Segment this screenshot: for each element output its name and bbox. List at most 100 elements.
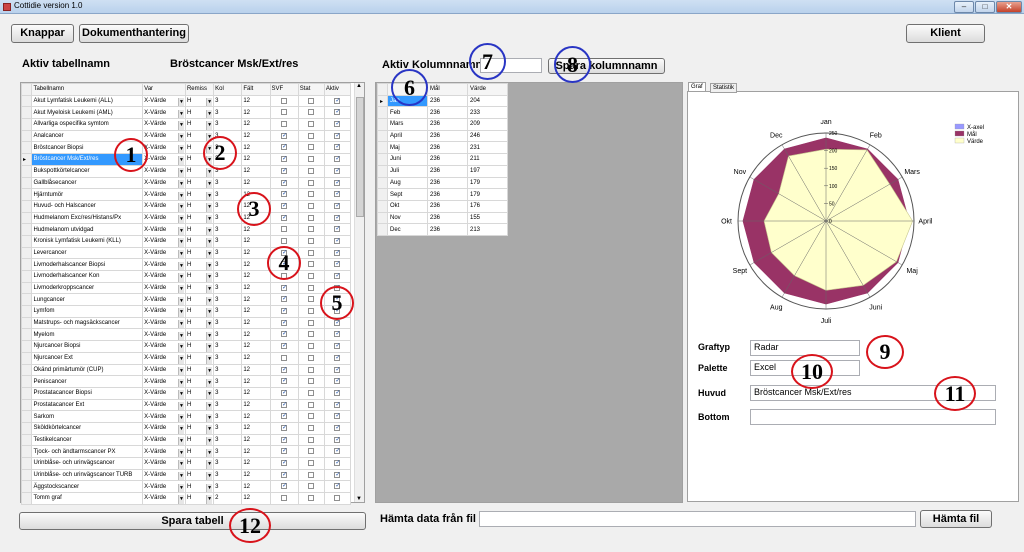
col-header-kol[interactable]: Kol: [213, 83, 243, 96]
cell-kol[interactable]: 3: [213, 234, 243, 248]
aktiv-checkbox[interactable]: ✓: [334, 354, 340, 361]
chevron-down-icon[interactable]: ▼: [177, 191, 184, 200]
svf-checkbox[interactable]: ✓: [281, 471, 287, 478]
row-selector[interactable]: [20, 375, 33, 388]
cell-tabellnamn[interactable]: Levercancer: [31, 246, 144, 260]
cell-kol[interactable]: 3: [213, 457, 243, 470]
cell-remiss[interactable]: H ▼: [184, 468, 215, 482]
stat-checkbox[interactable]: [308, 389, 315, 396]
stat-checkbox[interactable]: [308, 144, 315, 151]
table-row[interactable]: Sarkom X-Värde ▼ H ▼ 3 12 ✓ ✓: [20, 410, 352, 423]
cell-var[interactable]: X-Värde ▼: [142, 281, 186, 295]
cell-remiss[interactable]: H ▼: [184, 164, 215, 178]
cell-var[interactable]: X-Värde ▼: [142, 433, 186, 447]
cell-kol[interactable]: 3: [213, 223, 243, 236]
tab-statistik[interactable]: Statistik: [710, 83, 738, 93]
stat-checkbox[interactable]: [308, 378, 315, 385]
cell-falt[interactable]: 12: [241, 270, 271, 283]
cell-stat[interactable]: [297, 468, 325, 482]
row-selector[interactable]: [20, 94, 33, 108]
table-row[interactable]: Äggstockscancer X-Värde ▼ H ▼ 3 12 ✓ ✓: [20, 480, 352, 494]
cell-remiss[interactable]: H ▼: [184, 176, 215, 190]
close-icon[interactable]: ✕: [996, 1, 1022, 13]
cell-month[interactable]: Dec: [387, 223, 428, 236]
chevron-down-icon[interactable]: ▼: [177, 144, 184, 153]
col-header-stat[interactable]: Stat: [297, 83, 325, 96]
cell-remiss[interactable]: H ▼: [184, 316, 215, 330]
cell-svf[interactable]: ✓: [269, 199, 299, 213]
cell-mal[interactable]: 236: [427, 153, 468, 166]
cell-aktiv[interactable]: ✓: [323, 129, 352, 143]
table-row[interactable]: Hjärntumör X-Värde ▼ H ▼ 3 12 ✓ ✓: [20, 188, 352, 201]
table-row[interactable]: Juni 236 211: [377, 153, 508, 166]
cell-var[interactable]: X-Värde ▼: [142, 398, 186, 412]
cell-stat[interactable]: [297, 281, 325, 295]
stat-checkbox[interactable]: [308, 308, 315, 315]
cell-falt[interactable]: 12: [241, 293, 271, 307]
row-selector[interactable]: [377, 141, 388, 155]
cell-kol[interactable]: 3: [213, 118, 243, 131]
stat-checkbox[interactable]: [308, 483, 315, 490]
table-row[interactable]: Tomm graf X-Värde ▼ H ▼ 2 12: [20, 492, 352, 505]
cell-kol[interactable]: 2: [213, 492, 243, 505]
cell-aktiv[interactable]: ✓: [323, 386, 352, 400]
chevron-down-icon[interactable]: ▼: [206, 121, 213, 130]
aktiv-checkbox[interactable]: ✓: [334, 273, 340, 280]
cell-tabellnamn[interactable]: Huvud- och Halscancer: [31, 199, 144, 213]
cell-kol[interactable]: 3: [213, 340, 243, 353]
cell-mal[interactable]: 236: [427, 129, 468, 143]
row-selector[interactable]: [377, 106, 388, 120]
chevron-down-icon[interactable]: ▼: [177, 121, 184, 130]
svf-checkbox[interactable]: ✓: [281, 424, 287, 431]
cell-remiss[interactable]: H ▼: [184, 281, 215, 295]
cell-stat[interactable]: [297, 410, 325, 423]
aktiv-checkbox[interactable]: ✓: [334, 249, 340, 256]
cell-stat[interactable]: [297, 340, 325, 353]
cell-stat[interactable]: [297, 164, 325, 178]
cell-svf[interactable]: ✓: [269, 164, 299, 178]
svf-checkbox[interactable]: ✓: [281, 319, 287, 326]
svf-checkbox[interactable]: ✓: [281, 378, 287, 385]
table-row[interactable]: Akut Myeloisk Leukemi (AML) X-Värde ▼ H ▼ 3 12…: [20, 106, 352, 120]
row-selector[interactable]: [20, 421, 33, 435]
cell-kol[interactable]: 3: [213, 246, 243, 260]
cell-stat[interactable]: [297, 492, 325, 505]
cell-kol[interactable]: 3: [213, 445, 243, 458]
cell-aktiv[interactable]: ✓: [323, 153, 352, 166]
stat-checkbox[interactable]: [308, 273, 315, 280]
table-list-scrollbar[interactable]: ▲ ▼: [354, 83, 364, 502]
cell-kol[interactable]: 3: [213, 270, 243, 283]
chevron-down-icon[interactable]: ▼: [206, 191, 213, 200]
cell-svf[interactable]: ✓: [269, 328, 299, 342]
cell-month[interactable]: April: [387, 129, 428, 143]
cell-tabellnamn[interactable]: Äggstockscancer: [31, 480, 144, 494]
table-row[interactable]: Gallblåsecancer X-Värde ▼ H ▼ 3 12 ✓ ✓: [20, 176, 352, 190]
cell-falt[interactable]: 12: [241, 410, 271, 423]
row-selector[interactable]: [20, 246, 33, 260]
cell-svf[interactable]: ✓: [269, 433, 299, 447]
svf-checkbox[interactable]: ✓: [281, 448, 287, 455]
row-selector[interactable]: [20, 305, 33, 318]
cell-falt[interactable]: 12: [241, 375, 271, 388]
cell-varde[interactable]: 197: [467, 164, 508, 178]
cell-stat[interactable]: [297, 234, 325, 248]
aktiv-checkbox[interactable]: ✓: [334, 401, 340, 408]
row-selector[interactable]: [20, 141, 33, 155]
cell-remiss[interactable]: H ▼: [184, 421, 215, 435]
cell-falt[interactable]: 12: [241, 445, 271, 458]
table-row[interactable]: Njurcancer Biopsi X-Värde ▼ H ▼ 3 12 ✓ ✓: [20, 340, 352, 353]
chevron-down-icon[interactable]: ▼: [206, 203, 213, 212]
table-row[interactable]: Sköldkörtelcancer X-Värde ▼ H ▼ 3 12 ✓ ✓: [20, 421, 352, 435]
table-row[interactable]: Hudmelanom Exc/res/Histans/Px X-Värde ▼ H ▼ 3…: [20, 211, 352, 225]
cell-falt[interactable]: 12: [241, 340, 271, 353]
cell-falt[interactable]: 12: [241, 141, 271, 155]
svf-checkbox[interactable]: [281, 354, 288, 361]
svf-checkbox[interactable]: ✓: [281, 156, 287, 163]
graftyp-input[interactable]: Radar: [750, 340, 860, 356]
cell-remiss[interactable]: H ▼: [184, 211, 215, 225]
table-row[interactable]: Livmoderkroppscancer X-Värde ▼ H ▼ 3 12 ✓ ✓: [20, 281, 352, 295]
cell-kol[interactable]: 3: [213, 293, 243, 307]
cell-mal[interactable]: 236: [427, 176, 468, 190]
cell-mal[interactable]: 236: [427, 188, 468, 201]
cell-falt[interactable]: 12: [241, 258, 271, 271]
